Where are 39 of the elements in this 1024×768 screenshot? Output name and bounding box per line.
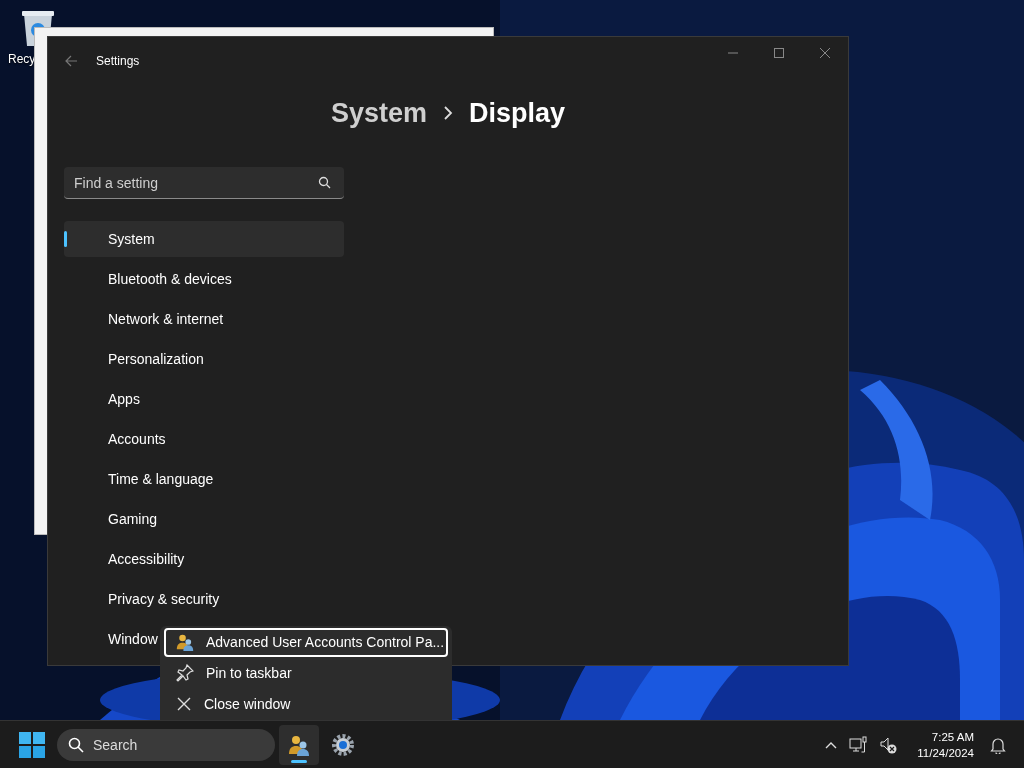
close-icon bbox=[176, 695, 192, 712]
muted-speaker-icon[interactable] bbox=[879, 735, 898, 754]
page-title: Display bbox=[469, 97, 566, 129]
clock-date: 11/24/2024 bbox=[917, 745, 974, 761]
back-arrow-icon[interactable] bbox=[64, 54, 78, 68]
menu-item[interactable]: Pin to taskbar bbox=[164, 658, 448, 688]
sidebar-item[interactable]: Bluetooth & devices bbox=[64, 261, 344, 297]
users-icon bbox=[288, 733, 310, 756]
menu-item[interactable]: Close window bbox=[164, 689, 448, 718]
sidebar-item[interactable]: Network & internet bbox=[64, 301, 344, 337]
sidebar-item[interactable]: Gaming bbox=[64, 501, 344, 537]
settings-search-field[interactable]: Find a setting bbox=[64, 167, 344, 199]
sidebar-item[interactable]: Apps bbox=[64, 381, 344, 417]
sidebar-item[interactable]: Accessibility bbox=[64, 541, 344, 577]
sidebar-item[interactable]: Privacy & security bbox=[64, 581, 344, 617]
users-icon bbox=[176, 633, 194, 652]
sidebar-item[interactable]: Accounts bbox=[64, 421, 344, 457]
sidebar-item[interactable]: Personalization bbox=[64, 341, 344, 377]
desktop-icon-label: Recy bbox=[8, 52, 36, 66]
network-icon[interactable] bbox=[849, 735, 868, 754]
window-title: Settings bbox=[96, 54, 140, 68]
maximize-icon bbox=[773, 48, 785, 58]
clock-time: 7:25 AM bbox=[931, 729, 974, 745]
sidebar-item[interactable]: System bbox=[64, 221, 344, 257]
taskbar-search-field[interactable]: Search bbox=[57, 728, 275, 761]
sidebar-item[interactable]: Time & language bbox=[64, 461, 344, 497]
gear-icon bbox=[331, 732, 355, 757]
menu-item[interactable]: Advanced User Accounts Control Pa... bbox=[164, 628, 448, 657]
search-icon bbox=[318, 176, 331, 189]
pin-icon bbox=[176, 664, 194, 682]
breadcrumb-link[interactable]: System bbox=[330, 97, 427, 129]
bell-icon[interactable] bbox=[990, 735, 1006, 754]
taskbar-app-button[interactable] bbox=[279, 724, 319, 765]
search-icon bbox=[68, 736, 84, 753]
chevron-right-icon bbox=[443, 106, 453, 120]
chevron-up-icon[interactable] bbox=[825, 740, 838, 749]
close-icon bbox=[819, 48, 831, 58]
start-button[interactable] bbox=[19, 731, 45, 758]
clock[interactable]: 7:25 AM 11/24/2024 bbox=[917, 728, 974, 761]
